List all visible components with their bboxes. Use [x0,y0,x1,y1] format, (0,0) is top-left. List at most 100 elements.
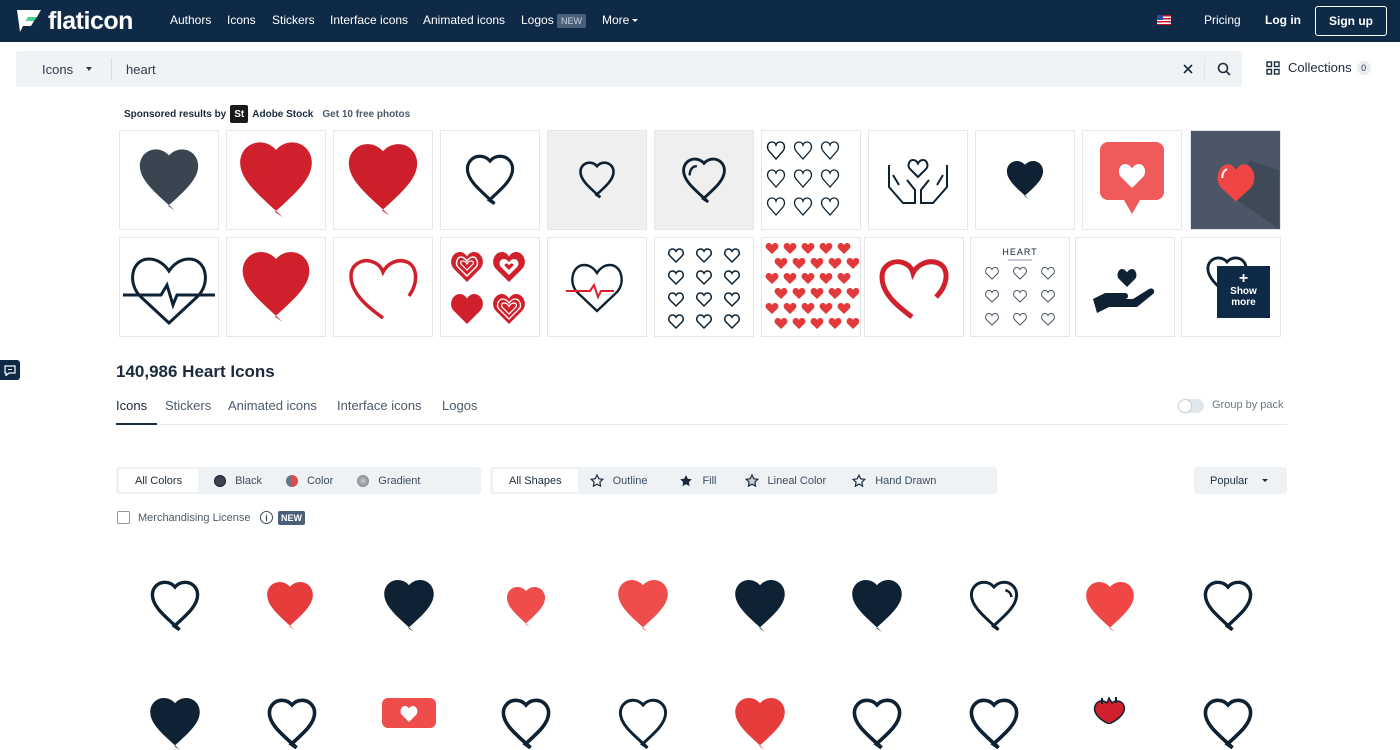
sponsored-tile[interactable] [975,130,1075,230]
heart-coral-fill-icon[interactable] [613,580,673,632]
heart-red-fill-icon[interactable] [262,582,318,630]
sponsored-tile[interactable] [333,237,433,337]
sponsored-tile[interactable] [761,237,861,337]
tab-stickers[interactable]: Stickers [165,398,211,413]
heart-outline-icon[interactable] [496,698,556,750]
heart-red-icon [348,144,418,216]
nav-more[interactable]: More [602,13,629,27]
nav-stickers[interactable]: Stickers [272,13,315,27]
heart-speech-bubble-icon [1100,142,1164,214]
sponsored-tile[interactable] [1082,130,1182,230]
nav-logos[interactable]: Logos [521,13,554,27]
collections-button[interactable]: Collections 0 [1266,60,1371,75]
heart-long-shadow-icon [1217,160,1280,229]
sponsored-tile[interactable] [119,237,219,337]
filter-outline[interactable]: Outline [580,469,658,492]
heart-outline-icon[interactable] [964,698,1024,750]
filter-black[interactable]: Black [204,469,272,492]
info-icon[interactable]: i [260,511,273,524]
merchandising-license-checkbox[interactable] [117,511,130,524]
tab-interface-icons[interactable]: Interface icons [337,398,422,413]
sponsored-tile[interactable] [226,237,326,337]
filter-color[interactable]: Color [276,469,343,492]
sponsored-tile[interactable] [1075,237,1175,337]
heart-outline-shine-icon [682,157,726,203]
heart-navy-fill-icon[interactable] [145,698,205,750]
nav-pricing[interactable]: Pricing [1204,13,1241,27]
nav-authors[interactable]: Authors [170,13,211,27]
filter-lineal-color-label: Lineal Color [767,474,827,487]
sponsored-tile[interactable] [440,237,540,337]
heart-coral-small-icon[interactable] [500,587,552,627]
sponsored-tile[interactable] [654,130,754,230]
sponsored-tile[interactable] [333,130,433,230]
sponsored-tile[interactable] [864,237,964,337]
search-icon[interactable] [1217,62,1231,76]
adobe-stock-brand[interactable]: Adobe Stock [252,109,313,120]
merchandising-license-label[interactable]: Merchandising License [138,512,251,524]
filter-all-colors[interactable]: All Colors [119,469,199,492]
filter-all-shapes[interactable]: All Shapes [493,469,578,492]
heart-outline-icon [465,154,515,206]
sponsored-tile[interactable] [119,130,219,230]
anatomical-heart-icon[interactable] [1088,694,1130,724]
heart-outline-shine-icon[interactable] [964,580,1024,632]
search-divider [111,58,112,80]
sponsored-tile[interactable] [440,130,540,230]
heart-outline-icon[interactable] [1198,580,1258,632]
signup-button[interactable]: Sign up [1315,6,1387,36]
nav-interface-icons[interactable]: Interface icons [330,13,408,27]
heart-slate-icon [139,149,199,211]
free-photos-link[interactable]: Get 10 free photos [322,109,410,120]
sponsored-tile[interactable] [226,130,326,230]
flaticon-logo[interactable]: flaticon [16,6,133,36]
sponsored-tile[interactable] [761,130,861,230]
tab-animated-icons[interactable]: Animated icons [228,398,317,413]
results-title: 140,986 Heart Icons [116,362,275,381]
sort-chevron-icon [1262,479,1268,482]
sponsored-tile[interactable] [547,130,647,230]
sponsored-tile[interactable] [547,237,647,337]
search-type-select[interactable]: Icons [42,62,73,77]
heart-badge-icon[interactable] [382,698,436,728]
filter-black-label: Black [235,474,262,487]
login-link[interactable]: Log in [1265,13,1301,27]
heart-outline-icon[interactable] [613,698,673,750]
heart-red-icon [240,142,312,218]
clear-search-icon[interactable] [1181,62,1195,76]
feedback-icon[interactable] [0,360,20,380]
heart-red-fill-icon[interactable] [730,698,790,750]
nav-icons[interactable]: Icons [227,13,256,27]
heart-navy-fill-icon[interactable] [847,580,907,632]
color-dot-icon [285,474,298,487]
logo-text: flaticon [48,6,133,35]
show-more-button[interactable]: + Show more [1217,266,1270,318]
heart-outline-icon[interactable] [1198,698,1258,750]
license-new-badge: NEW [278,511,305,525]
sponsored-tile[interactable]: HEART [970,237,1070,337]
sort-select[interactable]: Popular [1194,467,1287,494]
filter-fill[interactable]: Fill [669,469,726,492]
search-input[interactable] [126,60,1166,78]
sponsored-tile[interactable] [1190,130,1281,230]
us-flag-icon[interactable] [1157,15,1171,25]
star-lineal-icon [744,474,759,487]
heart-coral-fill-icon[interactable] [1081,582,1139,632]
striped-hearts-icon [451,252,525,324]
sponsored-tile[interactable] [868,130,968,230]
heart-outline-icon[interactable] [262,698,322,750]
black-dot-icon [214,474,227,487]
nav-animated-icons[interactable]: Animated icons [423,13,505,27]
heart-outline-icon[interactable] [847,698,907,750]
tab-icons[interactable]: Icons [116,398,147,413]
heart-navy-fill-icon[interactable] [730,580,790,632]
filter-lineal-color[interactable]: Lineal Color [735,469,837,492]
sponsored-tile[interactable] [654,237,754,337]
filter-gradient[interactable]: Gradient [347,469,430,492]
filter-hand-drawn[interactable]: Hand Drawn [842,469,946,492]
heart-outline-icon[interactable] [145,580,205,632]
heart-navy-fill-icon[interactable] [379,580,439,632]
group-by-pack-toggle[interactable] [1178,399,1204,413]
tab-logos[interactable]: Logos [442,398,477,413]
search-type-chevron-icon[interactable] [86,67,92,71]
